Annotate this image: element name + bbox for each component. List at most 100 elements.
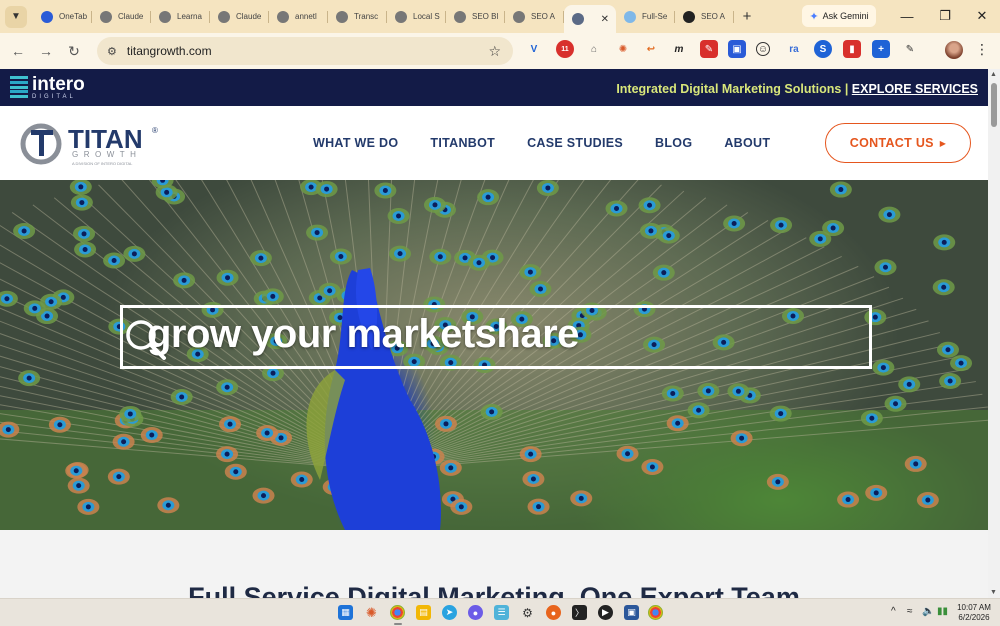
registered-mark: ® [152,126,158,135]
tray-chevron-icon[interactable]: ^ [891,606,896,617]
hero-search-box[interactable]: grow your marketshare [120,305,872,369]
extension-red-square-icon[interactable]: ▮ [843,40,861,58]
titan-logo-sub: GROWTH [72,150,141,159]
tab-label: OneTab [59,12,88,21]
windows-taskbar: ▦ ✺ ▤ ➤ ● ☰ ⚙ ● 〉 ▶ ▣ ^ ≈ 🔈 ▮▮ 10:07 AM … [0,598,1000,626]
extension-m-icon[interactable]: m [670,40,688,58]
globe-icon [395,10,407,23]
taskbar-app-icon[interactable]: ▣ [624,605,639,620]
extension-pdf-icon[interactable]: ✎ [700,40,718,58]
nav-link[interactable]: WHAT WE DO [313,136,398,150]
tab-search-button[interactable]: ▼ [5,5,27,28]
page-scrollbar[interactable]: ▲ ▼ [988,69,1000,598]
hero-search-text: grow your marketshare [147,312,579,356]
taskbar-media-icon[interactable]: ▶ [598,605,613,620]
site-info-icon[interactable]: ⚙ [107,45,117,58]
profile-avatar[interactable] [945,41,963,59]
new-tab-button[interactable]: + [736,6,758,28]
arrow-left-icon: ← [11,43,25,59]
url-input[interactable] [126,44,457,58]
start-windows-icon[interactable]: ▦ [338,605,353,620]
contact-us-button[interactable]: CONTACT US ▶ [825,123,971,163]
browser-tab[interactable]: Learna [151,3,210,31]
browser-tab[interactable]: Claude [92,3,151,31]
extension-orange-icon[interactable]: ↩ [642,40,660,58]
minimize-button[interactable]: — [889,4,925,28]
reload-button[interactable]: ↻ [60,37,88,65]
scroll-up-icon[interactable]: ▲ [990,71,997,78]
titan-favicon-icon [572,13,584,25]
taskbar-settings-icon[interactable]: ⚙ [520,605,535,620]
scrollbar-thumb[interactable] [991,83,997,127]
extension-face-icon[interactable]: ☺ [756,42,770,56]
extension-v-icon[interactable]: V [525,40,543,58]
extension-plus-icon[interactable]: + [872,40,890,58]
content-section: Full Service Digital Marketing. One Expe… [0,530,988,598]
taskbar-notes-icon[interactable]: ☰ [494,605,509,620]
close-window-button[interactable]: ✕ [964,4,1000,28]
page-viewport: intero DIGITAL Integrated Digital Market… [0,69,988,598]
back-button[interactable]: ← [4,37,32,65]
ask-gemini-button[interactable]: ✦ Ask Gemini [802,5,876,27]
battery-icon[interactable]: ▮▮ [937,606,948,617]
extension-blue-box-icon[interactable]: ▣ [728,40,746,58]
browser-tab[interactable]: SEO Bl [446,3,505,31]
taskbar-firefox-icon[interactable]: ● [546,605,561,620]
bookmark-star-icon[interactable]: ☆ [488,43,501,60]
extension-ra-icon[interactable]: ra [785,40,803,58]
browser-tab[interactable]: Claude [210,3,269,31]
extension-red-icon[interactable]: 11 [556,40,574,58]
gemini-sparkle-icon: ✦ [809,10,819,23]
extension-badge: 11 [561,45,569,53]
extension-blue-circle-icon[interactable]: S [814,40,832,58]
intero-digital-logo[interactable]: intero DIGITAL [10,75,85,100]
active-app-indicator [394,623,402,625]
nav-link[interactable]: ABOUT [724,136,770,150]
globe-icon [277,10,289,23]
minimize-icon: — [900,8,914,24]
landscape-icon [624,10,636,23]
browser-tab[interactable]: SEO A [675,3,734,31]
tab-close-icon[interactable]: ✕ [601,14,609,25]
clock-time: 10:07 AM [957,603,991,612]
browser-tab[interactable]: Local S [387,3,446,31]
browser-tab[interactable]: ✕ [564,5,616,33]
nav-link[interactable]: TITANBOT [430,136,495,150]
taskbar-chat-icon[interactable]: ● [468,605,483,620]
explore-services-link[interactable]: EXPLORE SERVICES [852,82,978,96]
nav-link[interactable]: BLOG [655,136,692,150]
arrow-right-icon: → [39,43,53,59]
taskbar-claude-icon[interactable]: ✺ [364,605,379,620]
system-clock[interactable]: 10:07 AM 6/2/2026 [953,603,995,623]
browser-tab[interactable]: SEO A [505,3,564,31]
taskbar-folder-icon[interactable]: ▤ [416,605,431,620]
taskbar-chrome-icon[interactable] [390,605,405,620]
extensions-puzzle-icon[interactable]: ✎ [901,40,919,58]
section-headline: Full Service Digital Marketing. One Expe… [188,582,800,598]
taskbar-terminal-icon[interactable]: 〉 [572,605,587,620]
extension-claude-icon[interactable]: ✺ [614,40,632,58]
forward-button[interactable]: → [32,37,60,65]
tab-label: Claude [236,12,262,21]
titan-growth-logo[interactable]: TITAN ® GROWTH A DIVISION OF INTERO DIGI… [20,121,160,167]
search-icon[interactable] [123,317,167,361]
onetab-icon [41,10,53,23]
browser-menu-icon[interactable]: ⋮ [975,41,989,58]
wifi-icon[interactable]: ≈ [907,606,913,617]
browser-tab[interactable]: annetl [269,3,328,31]
address-bar[interactable]: ⚙ ☆ [97,37,513,65]
taskbar-telegram-icon[interactable]: ➤ [442,605,457,620]
extension-home-icon[interactable]: ⌂ [585,40,603,58]
browser-tab[interactable]: Transc [328,3,387,31]
browser-tab[interactable]: OneTab [33,3,92,31]
tab-list: OneTab Claude Learna Claude annetl Transc Loca… [33,0,734,33]
browser-tab[interactable]: Full-Se [616,3,675,31]
restore-button[interactable]: ❐ [927,4,963,28]
scroll-down-icon[interactable]: ▼ [990,589,997,596]
reload-icon: ↻ [68,42,80,59]
taskbar-chrome-2-icon[interactable] [648,605,663,620]
site-top-bar: intero DIGITAL Integrated Digital Market… [0,69,988,106]
nav-link[interactable]: CASE STUDIES [527,136,623,150]
volume-icon[interactable]: 🔈 [922,606,934,617]
globe-icon [454,10,466,23]
